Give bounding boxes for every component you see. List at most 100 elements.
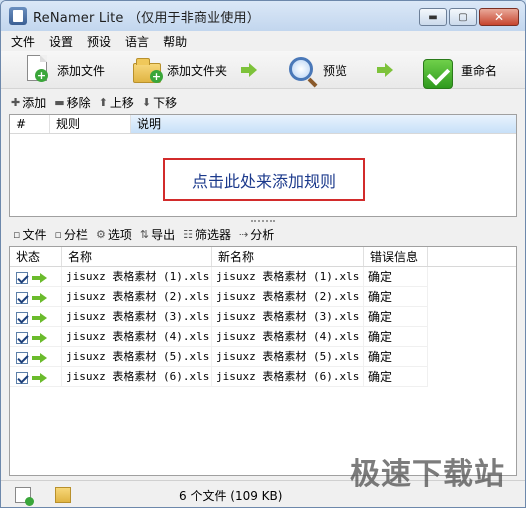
close-button[interactable]: ✕	[479, 8, 519, 26]
arrow-right-icon	[32, 372, 48, 383]
file-new-name: jisuxz 表格素材 (6).xls	[212, 367, 364, 387]
menu-file[interactable]: 文件	[11, 33, 35, 50]
columns-menu-button[interactable]: ▫ 分栏	[54, 226, 87, 243]
columns-menu-label: 分栏	[63, 227, 88, 242]
main-toolbar: + 添加文件 + 添加文件夹 预览 重命名	[1, 51, 525, 89]
table-row[interactable]: jisuxz 表格素材 (3).xls jisuxz 表格素材 (3).xls …	[10, 307, 516, 327]
minus-icon: ▬	[54, 95, 65, 109]
window-title: ReNamer Lite （仅用于非商业使用）	[33, 10, 260, 26]
export-menu-label: 导出	[151, 227, 176, 242]
remove-rule-label: 移除	[66, 95, 91, 110]
rules-toolbar: ✚ 添加 ▬ 移除 ⬆ 上移 ⬇ 下移	[1, 92, 525, 112]
columns-icon: ▫	[54, 227, 62, 241]
filter-menu-button[interactable]: ☷ 筛选器	[183, 226, 231, 243]
table-row[interactable]: jisuxz 表格素材 (1).xls jisuxz 表格素材 (1).xls …	[10, 267, 516, 287]
files-col-error[interactable]: 错误信息	[364, 247, 428, 266]
file-name: jisuxz 表格素材 (6).xls	[62, 367, 212, 387]
move-up-label: 上移	[109, 95, 134, 110]
maximize-button[interactable]: ▢	[449, 8, 477, 26]
preview-label: 预览	[323, 63, 348, 78]
magnifier-icon	[289, 55, 318, 88]
table-row[interactable]: jisuxz 表格素材 (6).xls jisuxz 表格素材 (6).xls …	[10, 367, 516, 387]
menu-bar: 文件 设置 预设 语言 帮助	[1, 31, 525, 51]
files-icon: ▫	[13, 227, 21, 241]
files-col-new-name[interactable]: 新名称	[212, 247, 364, 266]
export-menu-button[interactable]: ⇅ 导出	[140, 226, 175, 243]
arrow-right-icon	[377, 63, 393, 77]
rules-list[interactable]: # 规则 说明 点击此处来添加规则	[9, 114, 517, 217]
options-menu-label: 选项	[107, 227, 132, 242]
options-icon: ⚙	[95, 227, 106, 241]
row-checkbox[interactable]	[16, 311, 28, 324]
add-file-icon: +	[23, 55, 51, 85]
arrow-right-icon	[32, 272, 48, 283]
app-icon	[9, 7, 27, 25]
file-error: 确定	[364, 367, 428, 387]
row-checkbox[interactable]	[16, 291, 28, 304]
files-col-name[interactable]: 名称	[62, 247, 212, 266]
files-menu-button[interactable]: ▫ 文件	[13, 226, 46, 243]
filter-icon: ☷	[183, 227, 193, 241]
arrow-right-icon	[32, 332, 48, 343]
plus-icon: ✚	[11, 95, 21, 109]
add-file-icon[interactable]	[15, 487, 34, 506]
file-new-name: jisuxz 表格素材 (5).xls	[212, 347, 364, 367]
preview-button[interactable]: 预览	[289, 51, 347, 89]
add-rule-button[interactable]: ✚ 添加	[11, 94, 46, 111]
remove-rule-button[interactable]: ▬ 移除	[54, 94, 90, 111]
add-folder-button[interactable]: + 添加文件夹	[133, 51, 227, 89]
check-icon	[423, 55, 455, 89]
file-new-name: jisuxz 表格素材 (1).xls	[212, 267, 364, 287]
arrow-right-icon	[32, 292, 48, 303]
file-name: jisuxz 表格素材 (5).xls	[62, 347, 212, 367]
add-folder-icon: +	[133, 55, 163, 85]
add-folder-icon[interactable]	[55, 487, 71, 503]
window-controls: ▬ ▢ ✕	[419, 8, 519, 26]
row-checkbox[interactable]	[16, 331, 28, 344]
minimize-button[interactable]: ▬	[419, 8, 447, 26]
add-rule-label: 添加	[22, 95, 47, 110]
file-error: 确定	[364, 307, 428, 327]
file-count-status: 6 个文件 (109 KB)	[179, 489, 283, 503]
move-up-button[interactable]: ⬆ 上移	[99, 94, 134, 111]
table-row[interactable]: jisuxz 表格素材 (5).xls jisuxz 表格素材 (5).xls …	[10, 347, 516, 367]
analyze-menu-label: 分析	[250, 227, 275, 242]
rules-col-description[interactable]: 说明	[131, 115, 516, 133]
table-row[interactable]: jisuxz 表格素材 (4).xls jisuxz 表格素材 (4).xls …	[10, 327, 516, 347]
file-new-name: jisuxz 表格素材 (3).xls	[212, 307, 364, 327]
add-rule-hint[interactable]: 点击此处来添加规则	[163, 158, 365, 201]
analyze-icon: ⇢	[238, 227, 249, 241]
file-name: jisuxz 表格素材 (4).xls	[62, 327, 212, 347]
move-down-button[interactable]: ⬇ 下移	[142, 94, 177, 111]
menu-presets[interactable]: 预设	[87, 33, 111, 50]
rules-col-number[interactable]: #	[10, 115, 50, 133]
add-files-button[interactable]: + 添加文件	[23, 51, 105, 89]
file-error: 确定	[364, 327, 428, 347]
file-name: jisuxz 表格素材 (3).xls	[62, 307, 212, 327]
rename-button[interactable]: 重命名	[423, 51, 497, 89]
filter-menu-label: 筛选器	[194, 227, 231, 242]
row-checkbox[interactable]	[16, 271, 28, 284]
add-files-label: 添加文件	[57, 63, 106, 78]
export-icon: ⇅	[139, 227, 150, 241]
menu-language[interactable]: 语言	[125, 33, 149, 50]
analyze-menu-button[interactable]: ⇢ 分析	[239, 226, 274, 243]
arrow-up-icon: ⬆	[98, 95, 108, 109]
file-name: jisuxz 表格素材 (1).xls	[62, 267, 212, 287]
table-row[interactable]: jisuxz 表格素材 (2).xls jisuxz 表格素材 (2).xls …	[10, 287, 516, 307]
file-name: jisuxz 表格素材 (2).xls	[62, 287, 212, 307]
row-checkbox[interactable]	[16, 371, 28, 384]
move-down-label: 下移	[153, 95, 178, 110]
arrow-right-icon	[32, 352, 48, 363]
menu-help[interactable]: 帮助	[163, 33, 187, 50]
options-menu-button[interactable]: ⚙ 选项	[96, 226, 132, 243]
rules-header: # 规则 说明	[10, 115, 516, 134]
files-col-state[interactable]: 状态	[10, 247, 62, 266]
file-error: 确定	[364, 287, 428, 307]
title-bar[interactable]: ReNamer Lite （仅用于非商业使用） ▬ ▢ ✕	[1, 1, 525, 31]
rules-col-rule[interactable]: 规则	[50, 115, 131, 133]
files-menu-label: 文件	[22, 227, 47, 242]
files-list[interactable]: 状态 名称 新名称 错误信息 jisuxz 表格素材 (1).xls jisux…	[9, 246, 517, 476]
row-checkbox[interactable]	[16, 351, 28, 364]
menu-settings[interactable]: 设置	[49, 33, 73, 50]
